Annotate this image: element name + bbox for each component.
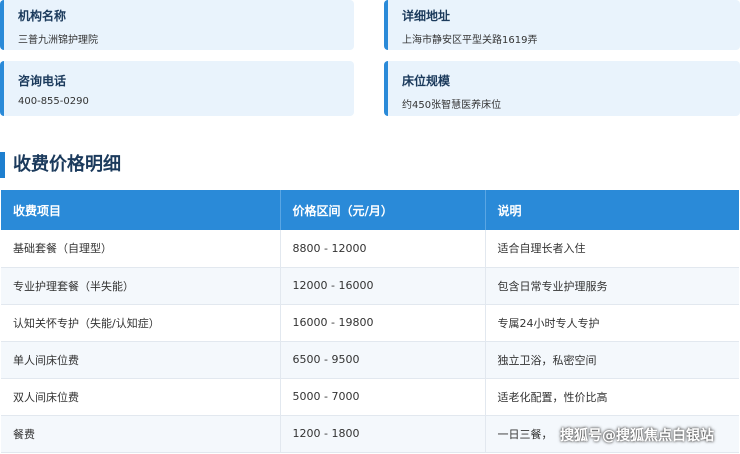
card-value: 上海市静安区平型关路1619弄 — [402, 35, 538, 46]
item-cell: 双人间床位费 — [1, 378, 281, 416]
watermark: 搜狐号@搜狐焦点白银站 — [560, 428, 714, 444]
card-label: 机构名称 — [18, 9, 67, 23]
card-label: 详细地址 — [402, 9, 451, 23]
note-cell: 专属24小时专人专护 — [485, 304, 739, 342]
table-row: 专业护理套餐（半失能） 12000 - 16000 包含日常专业护理服务 — [1, 267, 739, 305]
item-cell: 单人间床位费 — [1, 341, 281, 379]
note-cell: 适合自理长者入住 — [485, 230, 739, 268]
price-cell: 1200 - 1800 — [280, 415, 486, 453]
card-label: 咨询电话 — [18, 74, 67, 88]
price-cell: 8800 - 12000 — [280, 230, 486, 268]
column-header: 收费项目 — [1, 190, 281, 230]
info-card-beds: 床位规模 约450张智慧医养床位 — [384, 61, 740, 116]
table-header-row: 收费项目 价格区间（元/月） 说明 — [1, 190, 739, 230]
price-cell: 12000 - 16000 — [280, 267, 486, 305]
column-header: 说明 — [485, 190, 739, 230]
item-cell: 专业护理套餐（半失能） — [1, 267, 281, 305]
info-cards: 机构名称 三普九洲锦护理院 详细地址 上海市静安区平型关路1619弄 咨询电话 … — [0, 0, 740, 118]
info-card-phone: 咨询电话 400-855-0290 — [0, 61, 354, 116]
price-cell: 5000 - 7000 — [280, 378, 486, 416]
section-title: 收费价格明细 — [0, 152, 400, 178]
column-header: 价格区间（元/月） — [280, 190, 486, 230]
card-label: 床位规模 — [402, 74, 451, 88]
table-row: 认知关怀专护（失能/认知症） 16000 - 19800 专属24小时专人专护 — [1, 304, 739, 342]
note-cell: 独立卫浴，私密空间 — [485, 341, 739, 379]
card-value: 约450张智慧医养床位 — [402, 100, 502, 111]
item-cell: 基础套餐（自理型） — [1, 230, 281, 268]
price-table: 收费项目 价格区间（元/月） 说明 基础套餐（自理型） 8800 - 12000… — [1, 190, 739, 453]
price-cell: 16000 - 19800 — [280, 304, 486, 342]
note-cell: 适老化配置，性价比高 — [485, 378, 739, 416]
card-value: 400-855-0290 — [18, 96, 89, 107]
table-row: 基础套餐（自理型） 8800 - 12000 适合自理长者入住 — [1, 230, 739, 268]
price-cell: 6500 - 9500 — [280, 341, 486, 379]
info-card-name: 机构名称 三普九洲锦护理院 — [0, 0, 354, 50]
item-cell: 认知关怀专护（失能/认知症） — [1, 304, 281, 342]
note-cell: 包含日常专业护理服务 — [485, 267, 739, 305]
table-row: 单人间床位费 6500 - 9500 独立卫浴，私密空间 — [1, 341, 739, 379]
info-card-address: 详细地址 上海市静安区平型关路1619弄 — [384, 0, 740, 50]
table-row: 双人间床位费 5000 - 7000 适老化配置，性价比高 — [1, 378, 739, 416]
item-cell: 餐费 — [1, 415, 281, 453]
card-value: 三普九洲锦护理院 — [18, 35, 98, 46]
